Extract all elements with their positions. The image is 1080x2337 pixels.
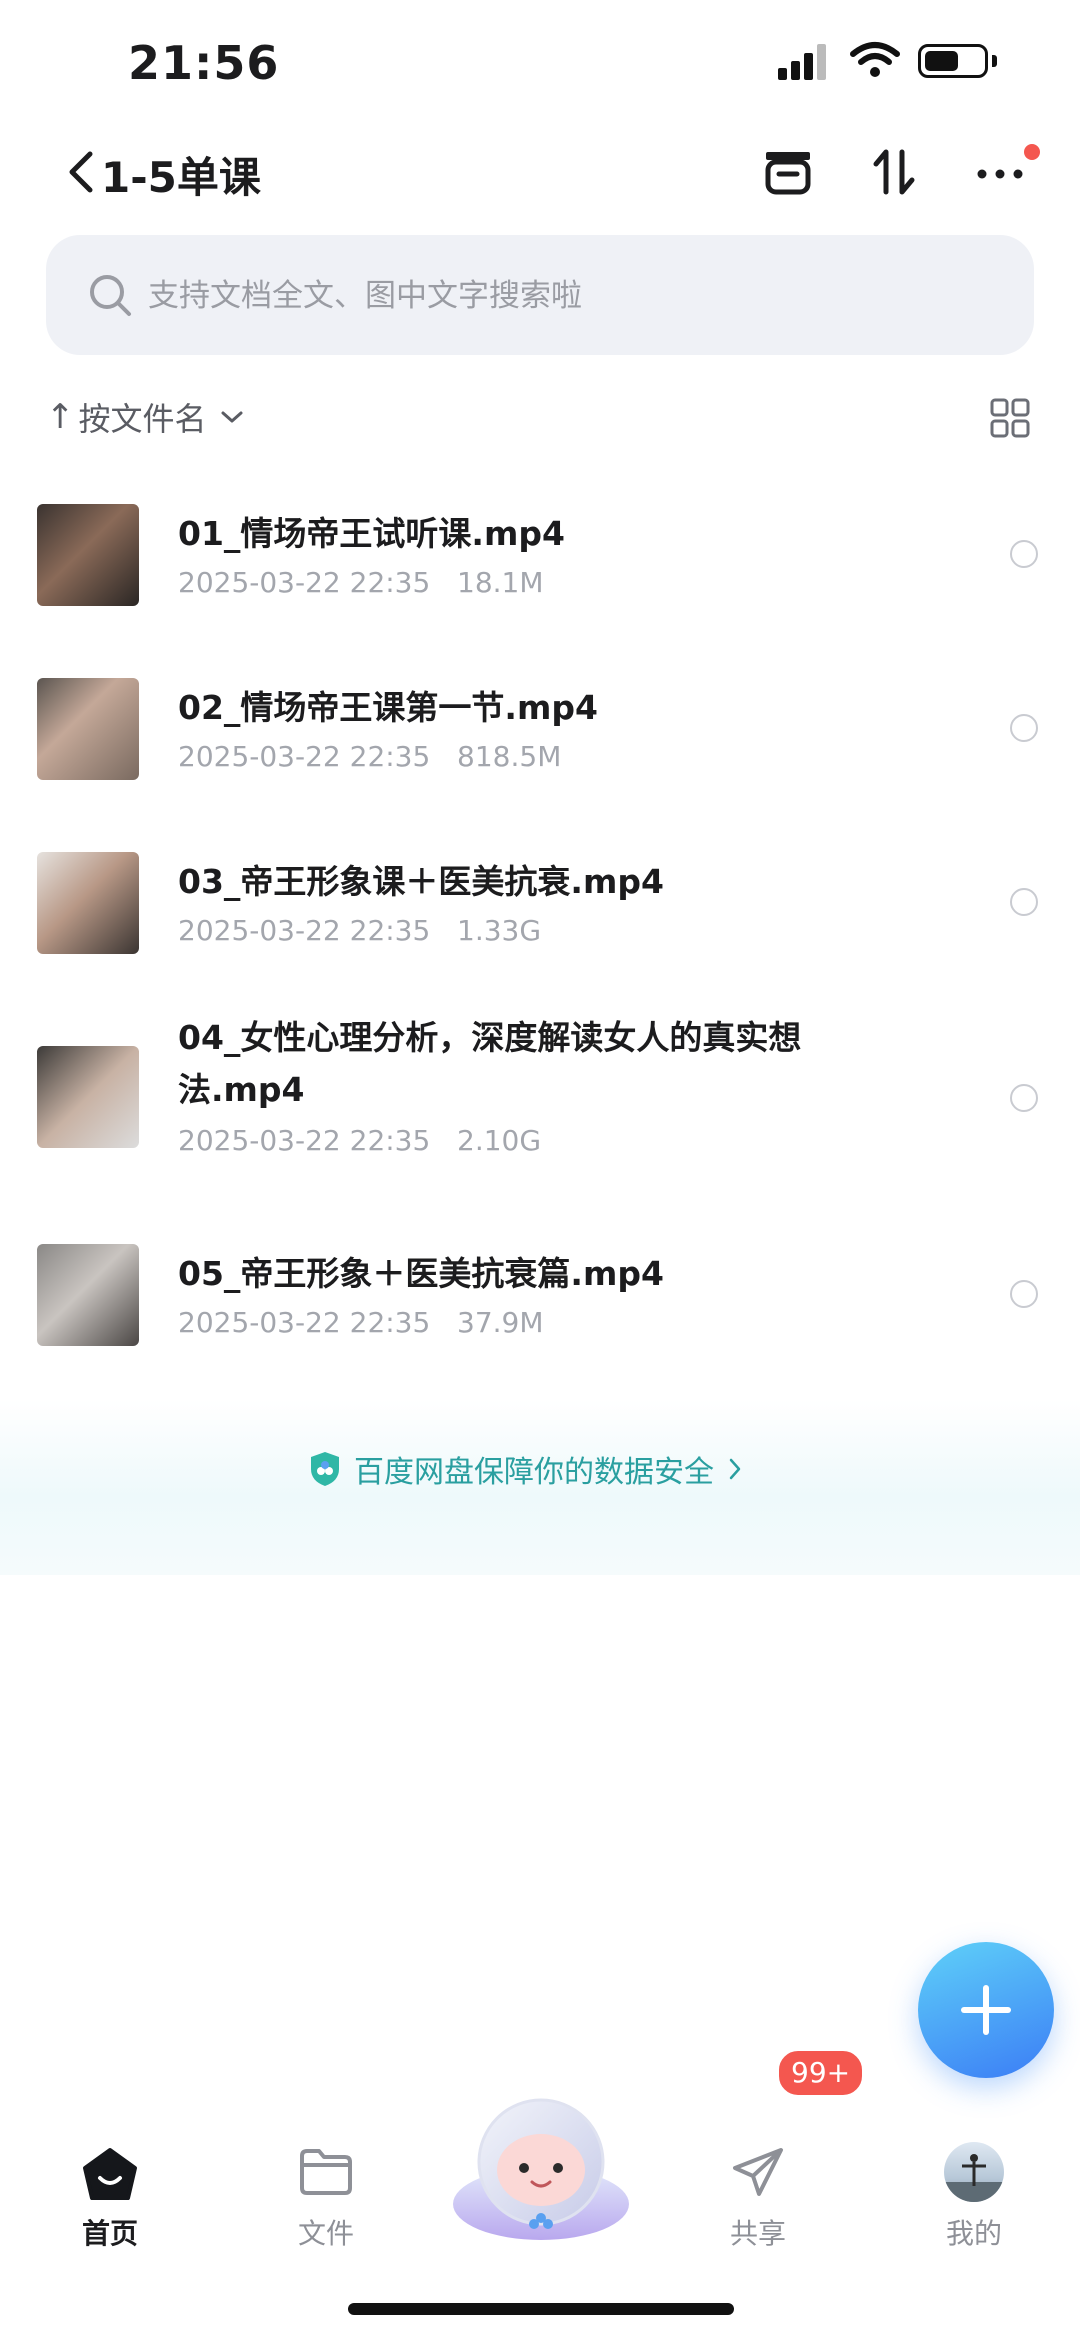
- grid-view-icon[interactable]: [988, 396, 1032, 440]
- mascot-assistant-icon[interactable]: [446, 2092, 636, 2242]
- file-meta: 2025-03-22 22:35 818.5M: [178, 740, 562, 773]
- file-meta: 2025-03-22 22:35 18.1M: [178, 566, 544, 599]
- nav-bar: 1-5单课: [0, 130, 1080, 210]
- battery-icon: [918, 44, 988, 78]
- sort-order-icon[interactable]: [866, 144, 922, 200]
- file-meta: 2025-03-22 22:35 1.33G: [178, 914, 542, 947]
- safety-link[interactable]: 百度网盘保障你的数据安全: [308, 1448, 742, 1490]
- file-name: 05_帝王形象＋医美抗衰篇.mp4: [178, 1254, 664, 1293]
- video-thumbnail: [37, 1244, 139, 1346]
- file-name: 03_帝王形象课＋医美抗衰.mp4: [178, 862, 664, 901]
- file-row[interactable]: 01_情场帝王试听课.mp4 2025-03-22 22:35 18.1M: [0, 480, 1080, 630]
- select-radio[interactable]: [1010, 714, 1038, 742]
- tab-files-label: 文件: [297, 2217, 354, 2250]
- select-radio[interactable]: [1010, 888, 1038, 916]
- wifi-icon: [850, 42, 900, 77]
- data-safety-banner[interactable]: 百度网盘保障你的数据安全: [0, 1400, 1080, 1575]
- file-row[interactable]: 05_帝王形象＋医美抗衰篇.mp4 2025-03-22 22:35 37.9M: [0, 1220, 1080, 1370]
- back-icon[interactable]: [62, 150, 102, 194]
- search-bar[interactable]: [46, 235, 1034, 357]
- video-thumbnail: [37, 852, 139, 954]
- tab-home-label: 首页: [81, 2217, 138, 2250]
- folder-icon: [300, 2149, 352, 2195]
- sort-selector[interactable]: ↑ 按文件名: [46, 392, 245, 442]
- safety-text: 百度网盘保障你的数据安全: [354, 1455, 714, 1490]
- sort-label: 按文件名: [78, 400, 207, 438]
- tab-share-label: 共享: [729, 2217, 786, 2250]
- status-time: 21:56: [128, 36, 280, 90]
- plus-icon: [961, 1985, 1011, 2035]
- file-name: 04_女性心理分析，深度解读女人的真实想法.mp4: [178, 1018, 802, 1109]
- select-radio[interactable]: [1010, 1280, 1038, 1308]
- select-radio[interactable]: [1010, 1084, 1038, 1112]
- share-count-badge: 99+: [776, 2048, 866, 2098]
- chevron-right-icon: [729, 1458, 741, 1480]
- more-icon[interactable]: [972, 144, 1028, 200]
- shield-icon: [311, 1452, 339, 1486]
- avatar-image: [944, 2154, 1004, 2202]
- file-row[interactable]: 04_女性心理分析，深度解读女人的真实想法.mp4 2025-03-22 22:…: [0, 1002, 1080, 1192]
- add-button[interactable]: [918, 1942, 1054, 2078]
- send-icon: [733, 2148, 783, 2196]
- home-indicator: [348, 2303, 734, 2315]
- sort-direction: ↑: [46, 397, 75, 437]
- tab-share[interactable]: 共享: [678, 2090, 838, 2260]
- recycle-bin-icon[interactable]: [760, 144, 816, 200]
- notification-dot: [1024, 144, 1040, 160]
- tab-home[interactable]: 首页: [30, 2090, 190, 2260]
- file-name: 02_情场帝王课第一节.mp4: [178, 688, 598, 727]
- file-name: 01_情场帝王试听课.mp4: [178, 514, 565, 553]
- cellular-signal-icon: [778, 44, 832, 80]
- select-radio[interactable]: [1010, 540, 1038, 568]
- avatar[interactable]: [944, 2142, 1004, 2202]
- page-title: 1-5单课: [101, 153, 261, 202]
- tab-mine-label: 我的: [945, 2217, 1002, 2250]
- video-thumbnail: [37, 678, 139, 780]
- file-meta: 2025-03-22 22:35 2.10G: [178, 1124, 542, 1157]
- chevron-down-icon: [221, 411, 243, 423]
- video-thumbnail: [37, 1046, 139, 1148]
- search-icon: [90, 275, 131, 316]
- battery-tip: [992, 55, 997, 67]
- file-meta: 2025-03-22 22:35 37.9M: [178, 1306, 544, 1339]
- tab-files[interactable]: 文件: [246, 2090, 406, 2260]
- file-row[interactable]: 02_情场帝王课第一节.mp4 2025-03-22 22:35 818.5M: [0, 654, 1080, 804]
- status-bar: 21:56: [0, 0, 1080, 120]
- home-icon: [83, 2148, 137, 2200]
- search-input[interactable]: [146, 235, 1010, 357]
- file-row[interactable]: 03_帝王形象课＋医美抗衰.mp4 2025-03-22 22:35 1.33G: [0, 828, 1080, 978]
- video-thumbnail: [37, 504, 139, 606]
